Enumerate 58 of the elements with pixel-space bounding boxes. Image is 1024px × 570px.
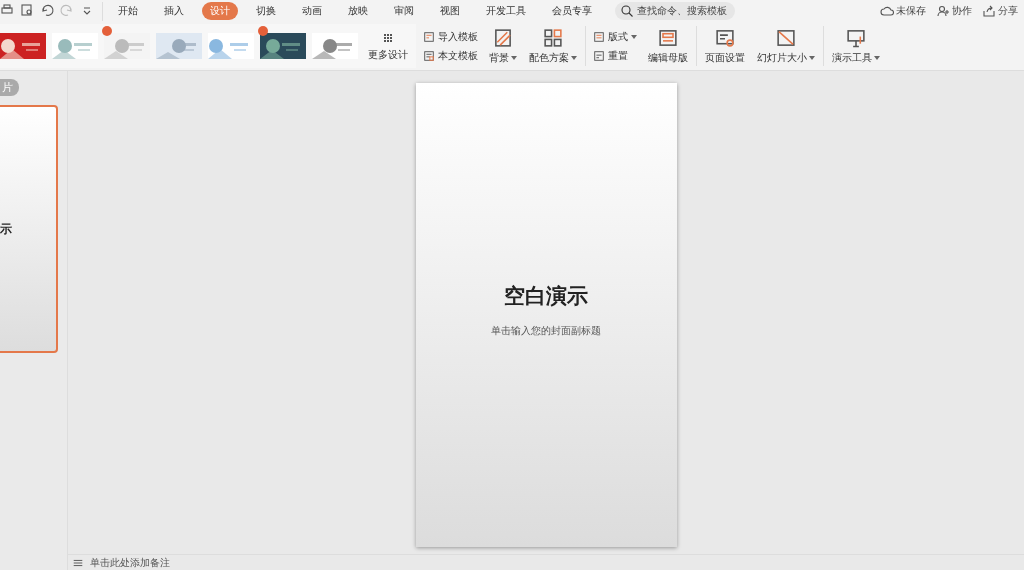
caret-icon [631,34,637,39]
caret-icon [571,55,577,60]
thumbnail-title: 示 [0,220,12,238]
ribbon-tab[interactable]: 审阅 [386,2,422,20]
slide-canvas[interactable]: 空白演示 单击输入您的封面副标题 [415,83,677,547]
cloud-icon [880,4,894,18]
share-icon [982,4,996,18]
ribbon-button[interactable]: 重置 [593,48,637,63]
template-icon [423,30,435,43]
search-field[interactable]: 查找命令、搜索模板 [615,2,735,20]
slide-subtitle[interactable]: 单击输入您的封面副标题 [491,324,601,338]
color-grid-icon [543,27,563,48]
section-badge: 片 [0,79,19,96]
ribbon-button[interactable]: 页面设置 [701,27,749,65]
slide-title[interactable]: 空白演示 [504,282,588,310]
notes-field[interactable]: 单击此处添加备注 [68,554,1024,570]
ribbon-tab[interactable]: 切换 [248,2,284,20]
ribbon-button[interactable]: 幻灯片大小 [753,27,819,65]
ribbon-button[interactable]: 背景 [485,27,521,65]
template-icon [423,49,435,62]
ribbon-button[interactable]: 配色方案 [525,27,581,65]
ribbon-tab[interactable]: 会员专享 [544,2,600,20]
projector-icon [846,27,866,48]
slide-size-icon [776,27,796,48]
undo-icon [40,2,54,17]
ribbon-tab[interactable]: 开始 [110,2,146,20]
caret-icon [874,55,880,60]
more-designs-button[interactable]: 更多设计 [364,30,412,62]
caret-icon [809,55,815,60]
layout-icon [593,30,605,43]
notes-placeholder: 单击此处添加备注 [90,555,170,570]
background-icon [493,27,513,48]
ribbon-button[interactable]: 本文模板 [423,48,478,63]
redo-icon [60,2,74,17]
hot-badge [102,26,112,36]
ribbon-button[interactable]: 导入模板 [423,29,478,44]
ribbon-tab[interactable]: 插入 [156,2,192,20]
print-icon [0,2,14,17]
user-icon [936,4,950,18]
preview-icon [20,2,34,17]
page-setup-icon [715,27,735,48]
hot-badge [258,26,268,36]
toolbar-action[interactable]: 分享 [982,4,1018,18]
ribbon-tab[interactable]: 视图 [432,2,468,20]
ribbon-tab[interactable]: 开发工具 [478,2,534,20]
search-icon [620,4,634,18]
caret-icon [511,55,517,60]
master-icon [658,27,678,48]
toolbar-action[interactable]: 未保存 [880,4,926,18]
ribbon-button[interactable]: 演示工具 [828,27,884,65]
toolbar-action[interactable]: 协作 [936,4,972,18]
ribbon-button[interactable]: 编辑母版 [644,27,692,65]
ribbon-tab[interactable]: 动画 [294,2,330,20]
ribbon-tab[interactable]: 放映 [340,2,376,20]
slide-thumbnail[interactable]: 示 [0,105,58,353]
reset-icon [593,49,605,62]
ribbon-button[interactable]: 版式 [593,29,637,44]
search-placeholder: 查找命令、搜索模板 [637,4,727,18]
